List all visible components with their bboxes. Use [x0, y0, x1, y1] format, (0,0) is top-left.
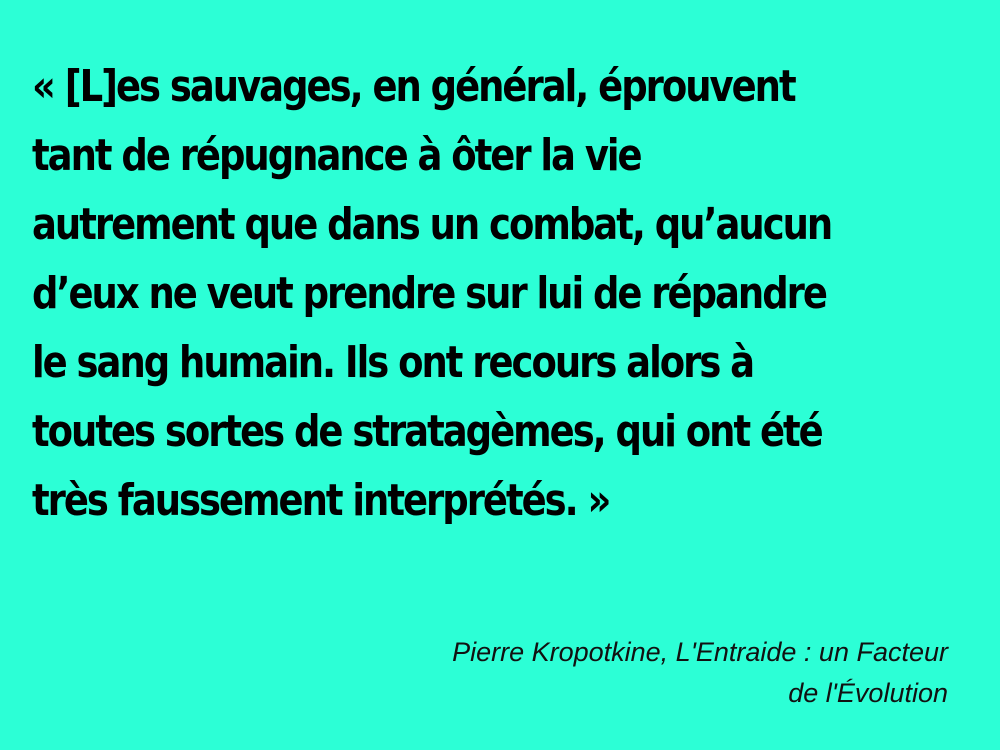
attribution-line: Pierre Kropotkine, L'Entraide : un Facte… [452, 637, 948, 667]
quote-line: très faussement interprétés. » [32, 475, 611, 526]
quote-line: « [L]es sauvages, en général, éprouvent [32, 61, 797, 112]
quote-line: autrement que dans un combat, qu’aucun [32, 199, 833, 250]
quote-slide: « [L]es sauvages, en général, éprouvent … [0, 0, 1000, 750]
quote-line: d’eux ne veut prendre sur lui de répandr… [32, 268, 828, 319]
quote-text: « [L]es sauvages, en général, éprouvent … [32, 52, 982, 535]
quote-line: tant de répugnance à ôter la vie [32, 130, 643, 181]
quote-line: toutes sortes de stratagèmes, qui ont ét… [32, 406, 824, 457]
quote-line: le sang humain. Ils ont recours alors à [32, 337, 755, 388]
quote-attribution: Pierre Kropotkine, L'Entraide : un Facte… [248, 632, 948, 714]
attribution-line: de l'Évolution [788, 678, 948, 708]
